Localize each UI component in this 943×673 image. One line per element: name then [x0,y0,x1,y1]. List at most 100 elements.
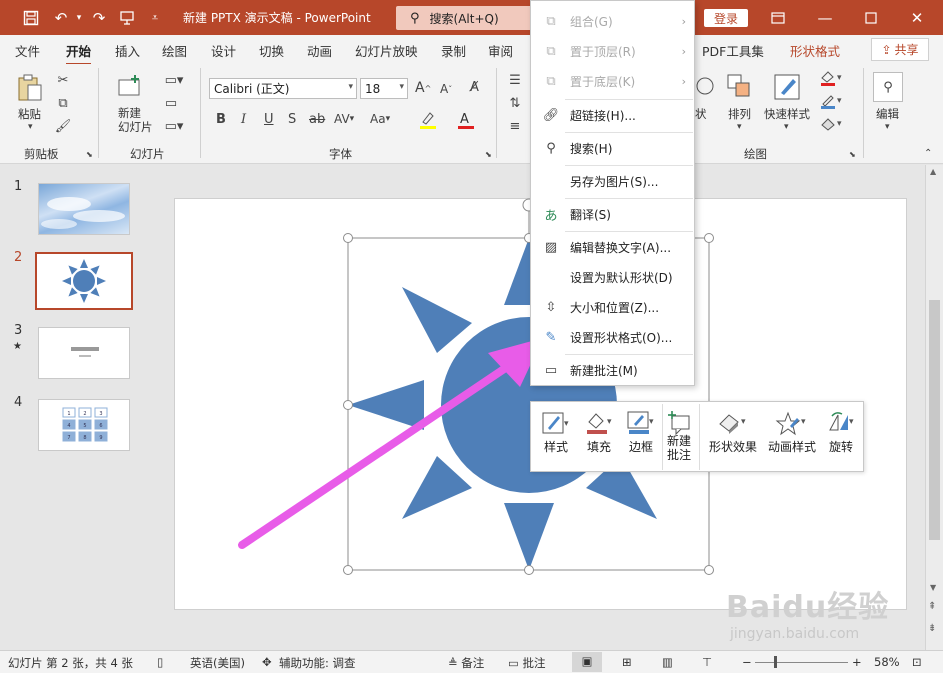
menu-item-label: 设置形状格式(O)... [570,330,673,345]
resize-handle [343,400,353,410]
svg-text:▾: ▾ [849,417,854,427]
zoom-in-icon[interactable]: + [852,655,862,669]
menu-item: ⧉ 置于顶层(R) › [531,37,694,65]
language-status[interactable]: 英语(美国) [190,655,245,671]
slide-sorter-icon[interactable]: ⊞ [622,655,632,669]
zoom-slider-thumb[interactable] [774,656,777,668]
svg-text:▾: ▾ [741,417,746,427]
mini-toolbar: ▾ 样式 ▾ 填充 ▾ 边框 新建 批注 ▾ 形状效果 ▾ 动画样式 ▾ 旋转 [530,401,864,472]
menu-item[interactable]: ⇳ 大小和位置(Z)... [531,293,694,321]
scroll-thumb[interactable] [929,300,940,540]
sun-ray [504,503,554,570]
menu-item[interactable]: ✎ 设置形状格式(O)... [531,323,694,351]
svg-text:▾: ▾ [801,417,806,427]
resize-handle [704,233,714,243]
menu-separator [565,354,693,355]
watermark: Baidu经验 jingyan.baidu.com [726,582,896,652]
menu-item-label: 置于顶层(R) [570,44,636,59]
style-icon: ▾ [541,408,571,438]
menu-item[interactable]: 设置为默认形状(D) [531,263,694,291]
menu-item-label: 置于底层(K) [570,74,636,89]
zoom-out-icon[interactable]: − [742,655,752,669]
sun-ray [402,287,472,353]
fill-button[interactable]: ▾ 填充 [581,408,617,455]
menu-separator [565,165,693,166]
rotate-icon: ▾ [826,408,856,438]
shape-effects-icon: ▾ [716,408,750,438]
resize-handle [343,233,353,243]
submenu-arrow-icon: › [681,44,686,58]
size-position-icon: ⇳ [545,299,557,315]
menu-separator [565,132,693,133]
border-icon: ▾ [626,408,656,438]
scroll-up-icon[interactable]: ▲ [930,167,936,176]
notes-button[interactable]: ≜ 备注 [448,655,484,671]
menu-item[interactable]: あ翻译(S) [531,200,694,228]
translate-icon: あ [544,208,558,224]
menu-separator [565,231,693,232]
sun-ray [402,456,472,519]
menu-item-label: 组合(G) [570,14,613,29]
animation-styles-button[interactable]: ▾ 动画样式 [764,408,820,455]
resize-handle [704,565,714,575]
style-button[interactable]: ▾ 样式 [539,408,573,455]
watermark-url: jingyan.baidu.com [730,626,860,642]
search-icon: ⚲ [546,140,556,156]
scroll-down-icon[interactable]: ▼ [930,583,936,592]
rotate-button[interactable]: ▾ 旋转 [824,408,858,455]
menu-item-label: 新建批注(M) [570,363,638,378]
bring-front-icon: ⧉ [546,43,556,59]
accessibility-status[interactable]: 辅助功能: 调查 [279,655,356,671]
alt-text-icon: ▨ [544,239,558,255]
menu-item[interactable]: 另存为图片(S)... [531,167,694,195]
menu-item: ⧉ 置于底层(K) › [531,67,694,95]
menu-item: ⧉ 组合(G) › [531,7,694,35]
spell-check-icon[interactable]: ▯ [157,655,163,669]
menu-item[interactable]: ▭ 新建批注(M) [531,356,694,384]
menu-item-label: 编辑替换文字(A)... [570,240,672,255]
menu-item[interactable]: ▨ 编辑替换文字(A)... [531,233,694,261]
menu-item-label: 搜索(H) [570,141,613,156]
menu-separator [565,99,693,100]
resize-handle [524,565,534,575]
context-menu: ⧉ 组合(G) › ⧉ 置于顶层(R) › ⧉ 置于底层(K) › 🔗︎ 超链接(H)... ⚲ 搜索(… [530,0,695,386]
menu-item-label: 设置为默认形状(D) [570,270,673,285]
prev-slide-icon[interactable]: ⇞ [928,601,936,612]
new-comment-icon: ▭ [544,362,558,378]
status-bar: 幻灯片 第 2 张，共 4 张 ▯ 英语(美国) ✥ 辅助功能: 调查 ≜ 备注… [0,650,943,673]
send-back-icon: ⧉ [546,73,556,89]
format-shape-icon: ✎ [545,329,557,345]
sun-ray [348,380,424,430]
normal-view-icon[interactable]: ▣ [572,652,602,672]
menu-item-label: 大小和位置(Z)... [570,300,660,315]
zoom-level[interactable]: 58% [874,655,900,669]
menu-item[interactable]: 🔗︎ 超链接(H)... [531,101,694,129]
vertical-scrollbar[interactable]: ▲ ▼ ⇞ ⇟ [925,165,943,650]
slideshow-view-icon[interactable]: ⊤ [702,655,712,669]
submenu-arrow-icon: › [681,14,686,28]
resize-handle [343,565,353,575]
svg-text:▾: ▾ [649,417,654,427]
fit-to-window-icon[interactable]: ⊡ [912,655,922,669]
slide-info[interactable]: 幻灯片 第 2 张，共 4 张 [8,655,133,671]
notes-icon: ≜ [448,656,462,670]
menu-separator [565,198,693,199]
menu-item-label: 另存为图片(S)... [570,174,659,189]
shape-effects-button[interactable]: ▾ 形状效果 [705,408,761,455]
link-icon: 🔗︎ [542,107,560,123]
group-icon: ⧉ [546,13,556,29]
next-slide-icon[interactable]: ⇟ [928,623,936,634]
new-comment-button[interactable]: 新建 批注 [664,408,694,462]
reading-view-icon[interactable]: ▥ [662,655,673,669]
comments-icon: ▭ [508,656,523,670]
accessibility-icon[interactable]: ✥ [262,655,272,669]
svg-text:▾: ▾ [607,417,612,427]
svg-text:▾: ▾ [564,419,569,429]
border-button[interactable]: ▾ 边框 [623,408,659,455]
menu-item[interactable]: ⚲ 搜索(H) [531,134,694,162]
zoom-slider[interactable] [755,662,848,663]
comments-button[interactable]: ▭ 批注 [508,655,546,671]
slide-graphics [238,198,714,575]
menu-item-label: 超链接(H)... [570,108,636,123]
animation-styles-icon: ▾ [775,408,809,438]
